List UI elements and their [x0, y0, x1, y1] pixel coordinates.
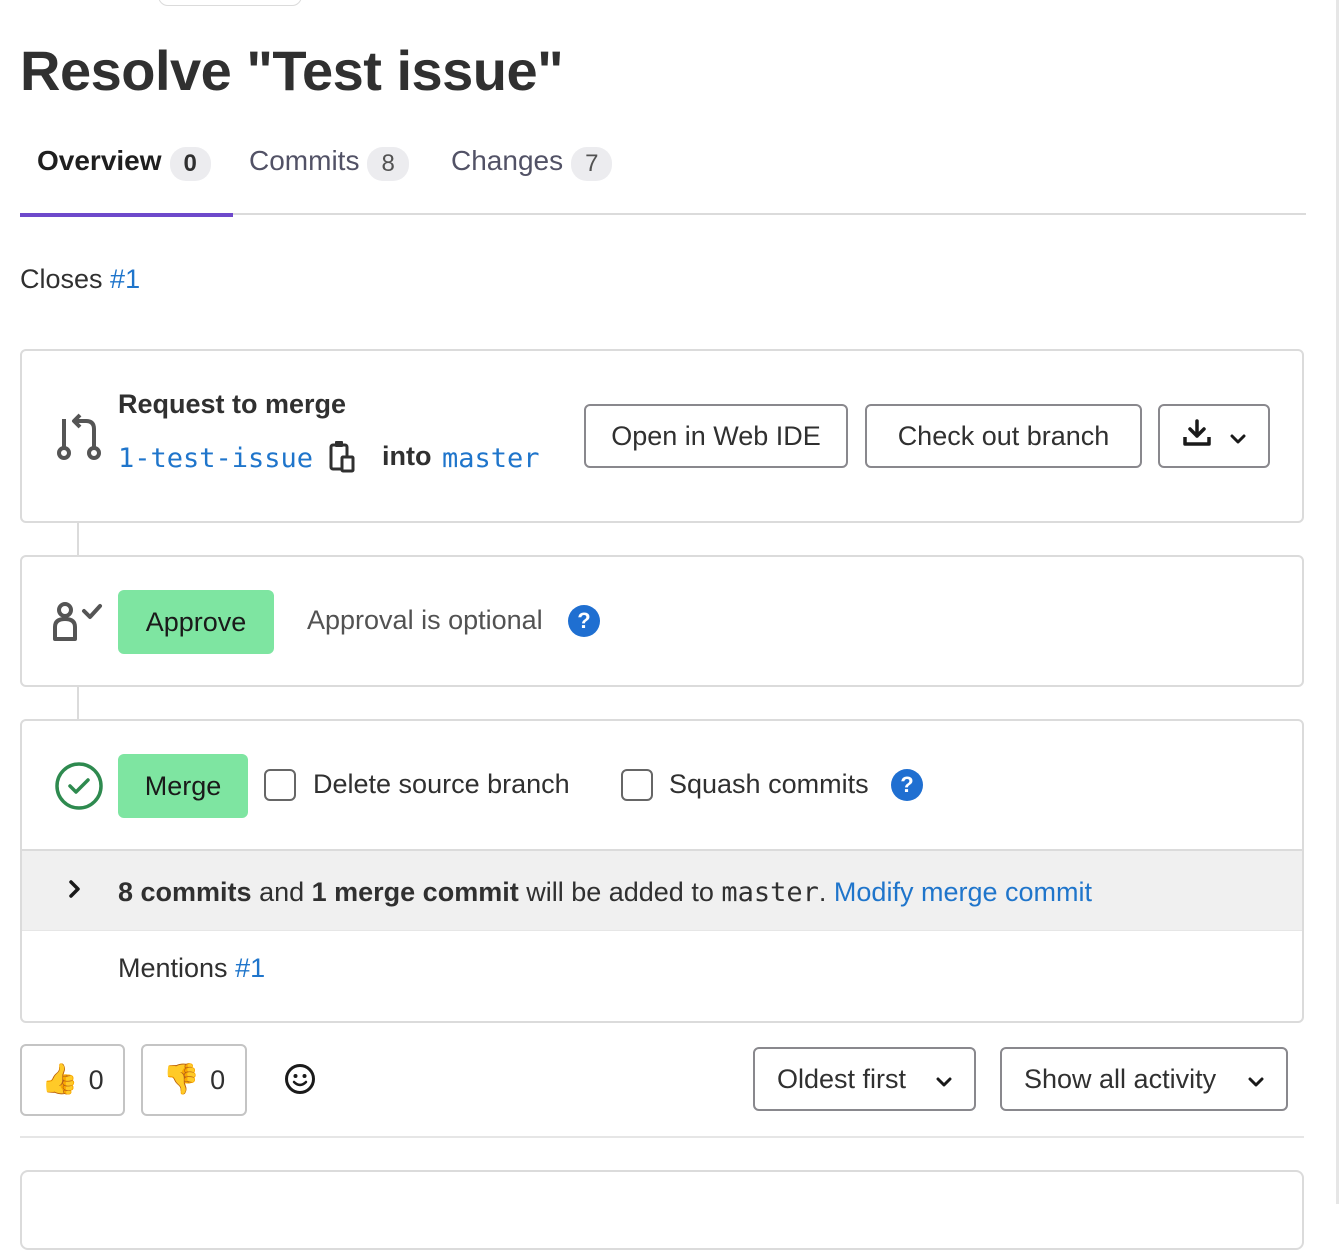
sort-order-dropdown[interactable]: Oldest first	[753, 1047, 976, 1111]
merge-button[interactable]: Merge	[118, 754, 248, 818]
squash-commits-checkbox[interactable]	[621, 769, 653, 801]
squash-commits-label: Squash commits	[669, 769, 869, 799]
comment-editor-partial[interactable]	[20, 1170, 1304, 1250]
modify-merge-commit-link[interactable]: Modify merge commit	[834, 877, 1092, 907]
closes-issue-link[interactable]: #1	[110, 264, 140, 294]
commit-summary-bar: 8 commits and 1 merge commit will be add…	[22, 849, 1302, 931]
mentions-label: Mentions	[118, 953, 228, 983]
widget-connector-line	[77, 687, 79, 720]
merge-commit-count: 1 merge commit	[311, 877, 519, 907]
thumbs-down-icon: 👎	[162, 1063, 201, 1096]
squash-help-icon[interactable]: ?	[891, 769, 923, 801]
merge-request-info-card: Request to merge 1-test-issue into maste…	[20, 349, 1304, 523]
open-web-ide-button[interactable]: Open in Web IDE	[584, 404, 848, 468]
approval-card: Approve Approval is optional ?	[20, 555, 1304, 687]
tab-commits-label: Commits	[249, 145, 360, 176]
download-dropdown-button[interactable]	[1158, 404, 1270, 468]
chevron-down-icon	[1248, 1064, 1264, 1095]
delete-source-branch-label: Delete source branch	[313, 769, 570, 799]
chevron-right-icon[interactable]	[68, 879, 82, 904]
thumbs-up-icon: 👍	[41, 1063, 79, 1096]
tab-commits[interactable]: Commits 8	[249, 140, 409, 215]
thumbs-down-reaction-button[interactable]: 👎 0	[141, 1044, 247, 1116]
mentions-text: Mentions #1	[118, 953, 265, 984]
thumbs-down-count: 0	[210, 1064, 226, 1095]
copy-branch-icon[interactable]	[328, 439, 356, 480]
period-text: .	[818, 877, 827, 907]
download-icon	[1182, 418, 1212, 455]
approval-icon	[52, 601, 106, 646]
into-label: into	[382, 441, 432, 471]
approval-help-icon[interactable]: ?	[568, 605, 600, 637]
target-branch-name: master	[721, 877, 819, 908]
tab-overview-count: 0	[169, 147, 211, 181]
check-out-branch-button[interactable]: Check out branch	[865, 404, 1142, 468]
and-text: and	[251, 877, 312, 907]
chevron-down-icon	[1230, 421, 1246, 452]
description: Closes #1	[20, 264, 140, 295]
merge-request-tabs: Overview 0 Commits 8 Changes 7	[20, 140, 1306, 217]
tab-changes-count: 7	[571, 147, 613, 181]
activity-filter-label: Show all activity	[1024, 1063, 1217, 1094]
top-control-remnant	[158, 0, 302, 6]
will-be-added-text: will be added to	[518, 877, 722, 907]
approval-status: Approval is optional	[307, 605, 543, 635]
activity-filter-dropdown[interactable]: Show all activity	[1000, 1047, 1288, 1111]
tab-overview-label: Overview	[37, 145, 162, 176]
tab-overview[interactable]: Overview 0	[20, 140, 233, 217]
section-divider	[20, 1136, 1304, 1138]
merge-request-heading: Request to merge	[118, 389, 347, 419]
tab-changes[interactable]: Changes 7	[451, 140, 613, 215]
approve-button[interactable]: Approve	[118, 590, 274, 654]
widget-connector-line	[77, 523, 79, 556]
thumbs-up-count: 0	[88, 1064, 104, 1095]
source-branch-link[interactable]: 1-test-issue	[118, 443, 313, 474]
commits-count: 8 commits	[118, 877, 252, 907]
delete-source-branch-checkbox[interactable]	[264, 769, 296, 801]
merge-card: Merge Delete source branch Squash commit…	[20, 719, 1304, 1023]
tab-changes-label: Changes	[451, 145, 564, 176]
merge-request-icon	[56, 413, 102, 466]
target-branch-link[interactable]: master	[442, 443, 540, 474]
closes-label: Closes	[20, 264, 103, 294]
check-circle-icon	[54, 761, 104, 816]
tab-commits-count: 8	[367, 147, 409, 181]
mentions-issue-link[interactable]: #1	[235, 953, 265, 983]
sort-order-label: Oldest first	[777, 1063, 907, 1094]
page-right-border	[1336, 0, 1339, 1204]
page-title: Resolve "Test issue"	[20, 39, 564, 102]
chevron-down-icon	[936, 1064, 952, 1095]
add-reaction-smiley-icon[interactable]	[284, 1063, 316, 1100]
thumbs-up-reaction-button[interactable]: 👍 0	[20, 1044, 125, 1116]
commit-summary-text: 8 commits and 1 merge commit will be add…	[118, 877, 1092, 908]
